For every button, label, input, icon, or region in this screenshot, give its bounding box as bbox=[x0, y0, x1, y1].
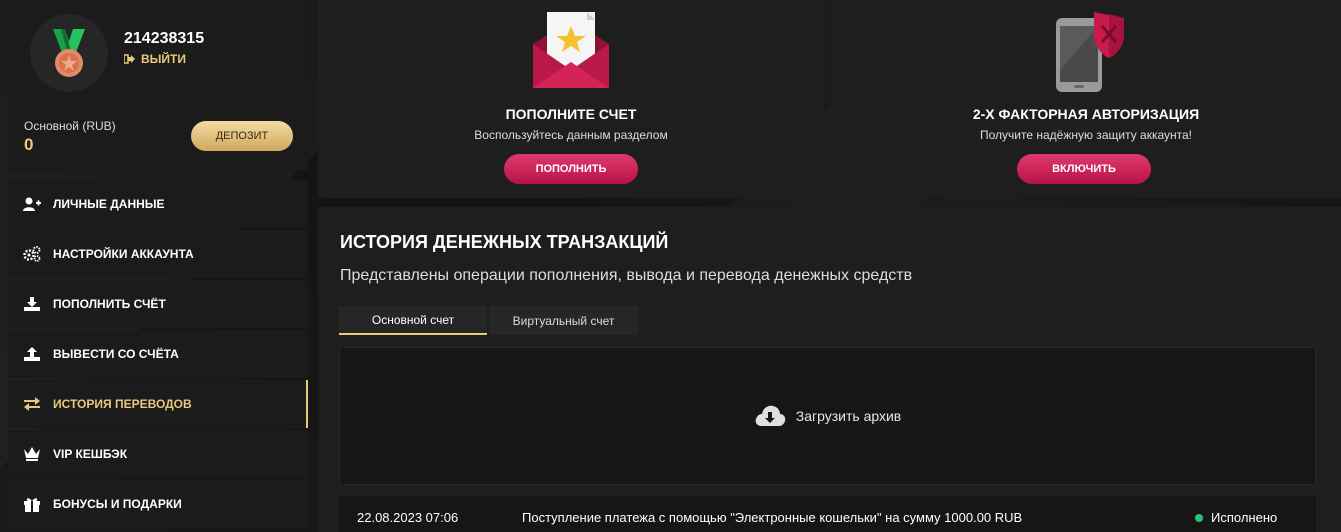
profile-panel: 214238315 ВЫЙТИ Основной (RUB) 0 ДЕПОЗИТ bbox=[8, 0, 308, 170]
twofa-card-title: 2-Х ФАКТОРНАЯ АВТОРИЗАЦИЯ bbox=[972, 106, 1200, 122]
envelope-star-icon bbox=[531, 10, 611, 97]
account-tabs: Основной счет Виртуальный счет bbox=[339, 306, 638, 335]
upload-icon bbox=[23, 345, 41, 363]
transaction-description: Поступление платежа с помощью "Электронн… bbox=[522, 510, 1023, 525]
sidebar-item-personal-data[interactable]: ЛИЧНЫЕ ДАННЫЕ bbox=[8, 180, 308, 228]
table-row: 22.08.2023 07:06 Поступление платежа с п… bbox=[339, 496, 1316, 532]
phone-shield-icon bbox=[1046, 10, 1126, 97]
logout-link[interactable]: ВЫЙТИ bbox=[124, 52, 186, 66]
sidebar-menu: ЛИЧНЫЕ ДАННЫЕ НАСТРОЙКИ АККАУНТА ПОПОЛНИ… bbox=[8, 180, 308, 528]
logout-label: ВЫЙТИ bbox=[141, 52, 186, 66]
twofa-card: 2-Х ФАКТОРНАЯ АВТОРИЗАЦИЯ Получите надёж… bbox=[831, 0, 1341, 198]
twofa-card-subtitle: Получите надёжную защиту аккаунта! bbox=[979, 128, 1192, 142]
page-title: ИСТОРИЯ ДЕНЕЖНЫХ ТРАНЗАКЦИЙ bbox=[340, 232, 669, 252]
sidebar-item-transfer-history[interactable]: ИСТОРИЯ ПЕРЕВОДОВ bbox=[8, 380, 308, 428]
sidebar-item-vip-cashback[interactable]: VIP КЕШБЭК bbox=[8, 430, 308, 478]
transaction-status: Исполнено bbox=[1211, 510, 1278, 525]
download-icon bbox=[23, 295, 41, 313]
transfer-arrows-icon bbox=[23, 395, 41, 413]
sidebar-item-label: БОНУСЫ И ПОДАРКИ bbox=[53, 497, 182, 511]
sidebar-item-label: VIP КЕШБЭК bbox=[53, 447, 128, 461]
topup-button[interactable]: ПОПОЛНИТЬ bbox=[504, 154, 638, 184]
account-balance: 0 bbox=[24, 135, 34, 154]
sidebar-item-label: НАСТРОЙКИ АККАУНТА bbox=[53, 247, 194, 261]
user-id: 214238315 bbox=[124, 30, 205, 47]
sidebar-item-account-settings[interactable]: НАСТРОЙКИ АККАУНТА bbox=[8, 230, 308, 278]
enable-2fa-button[interactable]: ВКЛЮЧИТЬ bbox=[1017, 154, 1151, 184]
sidebar-item-withdraw[interactable]: ВЫВЕСТИ СО СЧЁТА bbox=[8, 330, 308, 378]
deposit-card-subtitle: Воспользуйтесь данным разделом bbox=[474, 128, 668, 142]
status-dot-icon bbox=[1195, 513, 1203, 522]
tab-virtual-account[interactable]: Виртуальный счет bbox=[489, 306, 638, 335]
gift-icon bbox=[23, 495, 41, 513]
sidebar-item-deposit[interactable]: ПОПОЛНИТЬ СЧЁТ bbox=[8, 280, 308, 328]
gears-icon bbox=[23, 245, 41, 263]
cloud-download-icon bbox=[755, 405, 786, 426]
sidebar-item-label: ВЫВЕСТИ СО СЧЁТА bbox=[53, 347, 179, 361]
user-plus-icon bbox=[23, 195, 41, 213]
deposit-card-title: ПОПОЛНИТЕ СЧЕТ bbox=[505, 106, 637, 122]
page-subtitle: Представлены операции пополнения, вывода… bbox=[340, 267, 913, 284]
medal-icon bbox=[53, 29, 85, 77]
avatar bbox=[30, 14, 108, 92]
logout-icon bbox=[124, 54, 135, 64]
tab-main-account[interactable]: Основной счет bbox=[339, 306, 487, 335]
transaction-date: 22.08.2023 07:06 bbox=[357, 510, 459, 525]
sidebar-item-label: ПОПОЛНИТЬ СЧЁТ bbox=[53, 297, 166, 311]
deposit-button[interactable]: ДЕПОЗИТ bbox=[191, 121, 293, 151]
crown-icon bbox=[23, 445, 41, 463]
sidebar-item-bonuses[interactable]: БОНУСЫ И ПОДАРКИ bbox=[8, 480, 308, 528]
status-badge: Исполнено bbox=[1195, 510, 1277, 525]
deposit-card: ПОПОЛНИТЕ СЧЕТ Воспользуйтесь данным раз… bbox=[318, 0, 824, 198]
transaction-history-panel: ИСТОРИЯ ДЕНЕЖНЫХ ТРАНЗАКЦИЙ Представлены… bbox=[318, 207, 1341, 532]
download-archive-button[interactable]: Загрузить архив bbox=[339, 347, 1316, 485]
sidebar-item-label: ИСТОРИЯ ПЕРЕВОДОВ bbox=[53, 397, 192, 411]
sidebar: 214238315 ВЫЙТИ Основной (RUB) 0 ДЕПОЗИТ… bbox=[8, 0, 308, 530]
sidebar-item-label: ЛИЧНЫЕ ДАННЫЕ bbox=[53, 197, 165, 211]
download-archive-label: Загрузить архив bbox=[795, 408, 902, 424]
account-label: Основной (RUB) bbox=[24, 119, 116, 133]
